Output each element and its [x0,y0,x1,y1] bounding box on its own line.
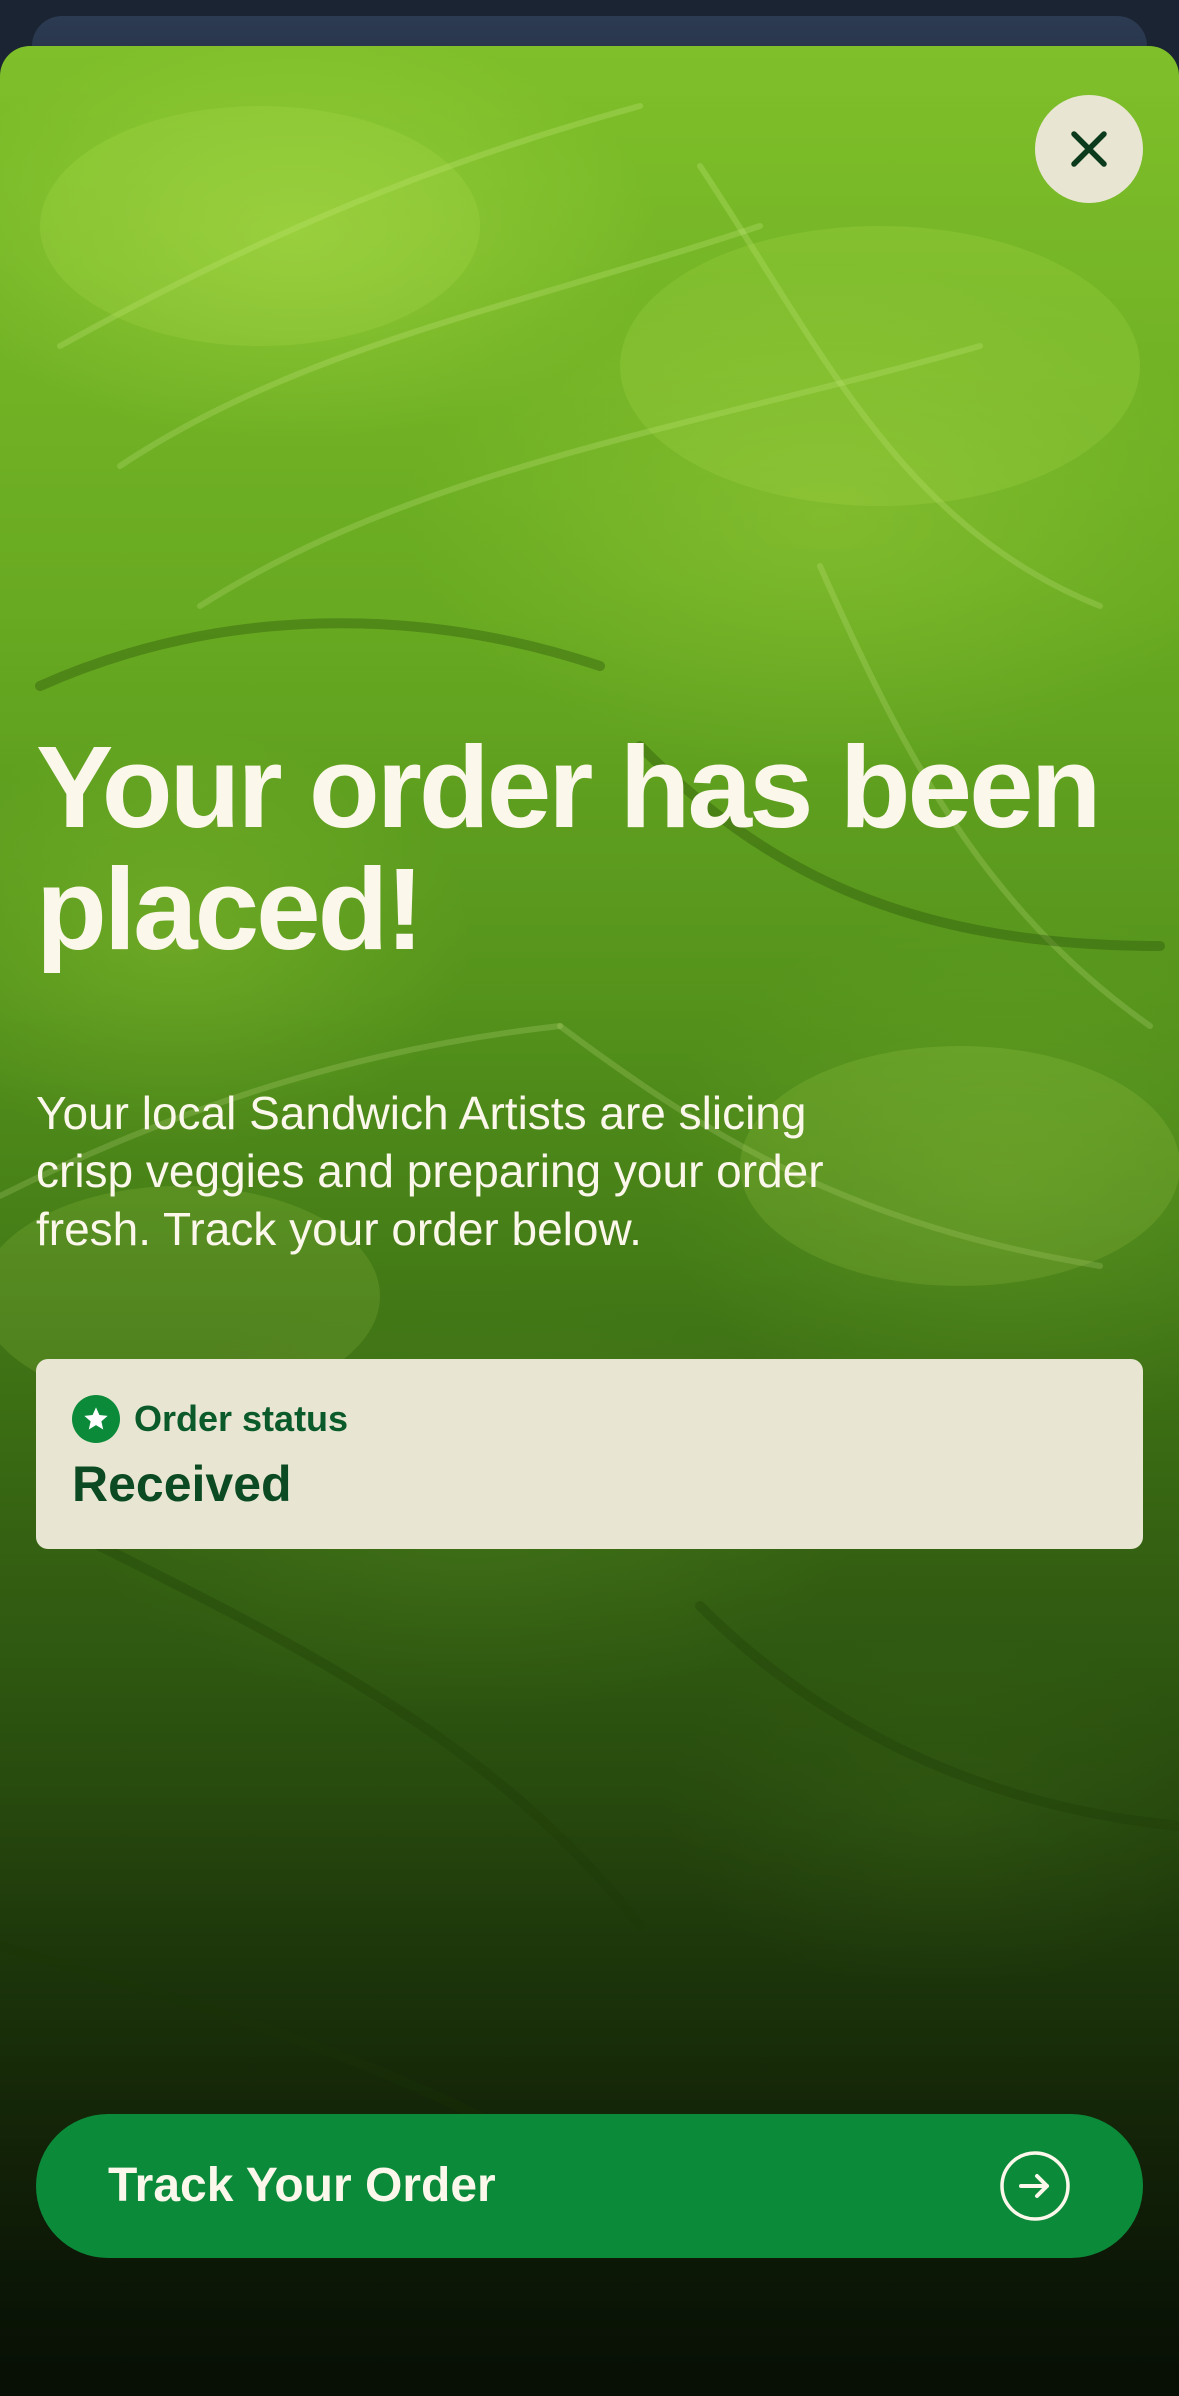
order-status-value: Received [72,1456,292,1512]
arrow-right-circle-icon [1000,2151,1070,2221]
track-order-label: Track Your Order [108,2159,496,2212]
order-confirmation-sheet: Your order has been placed! Your local S… [0,46,1179,2396]
order-status-label: Order status [134,1398,349,1439]
confirmation-message: Your local Sandwich Artists are slicing … [36,1087,824,1255]
order-status-card: Order status Received [36,1359,1143,1549]
track-order-button[interactable]: Track Your Order [36,2114,1143,2258]
star-icon [72,1395,120,1443]
close-icon [1071,131,1107,167]
close-button[interactable] [1035,95,1143,203]
page-title: Your order has been placed! [36,722,1101,974]
